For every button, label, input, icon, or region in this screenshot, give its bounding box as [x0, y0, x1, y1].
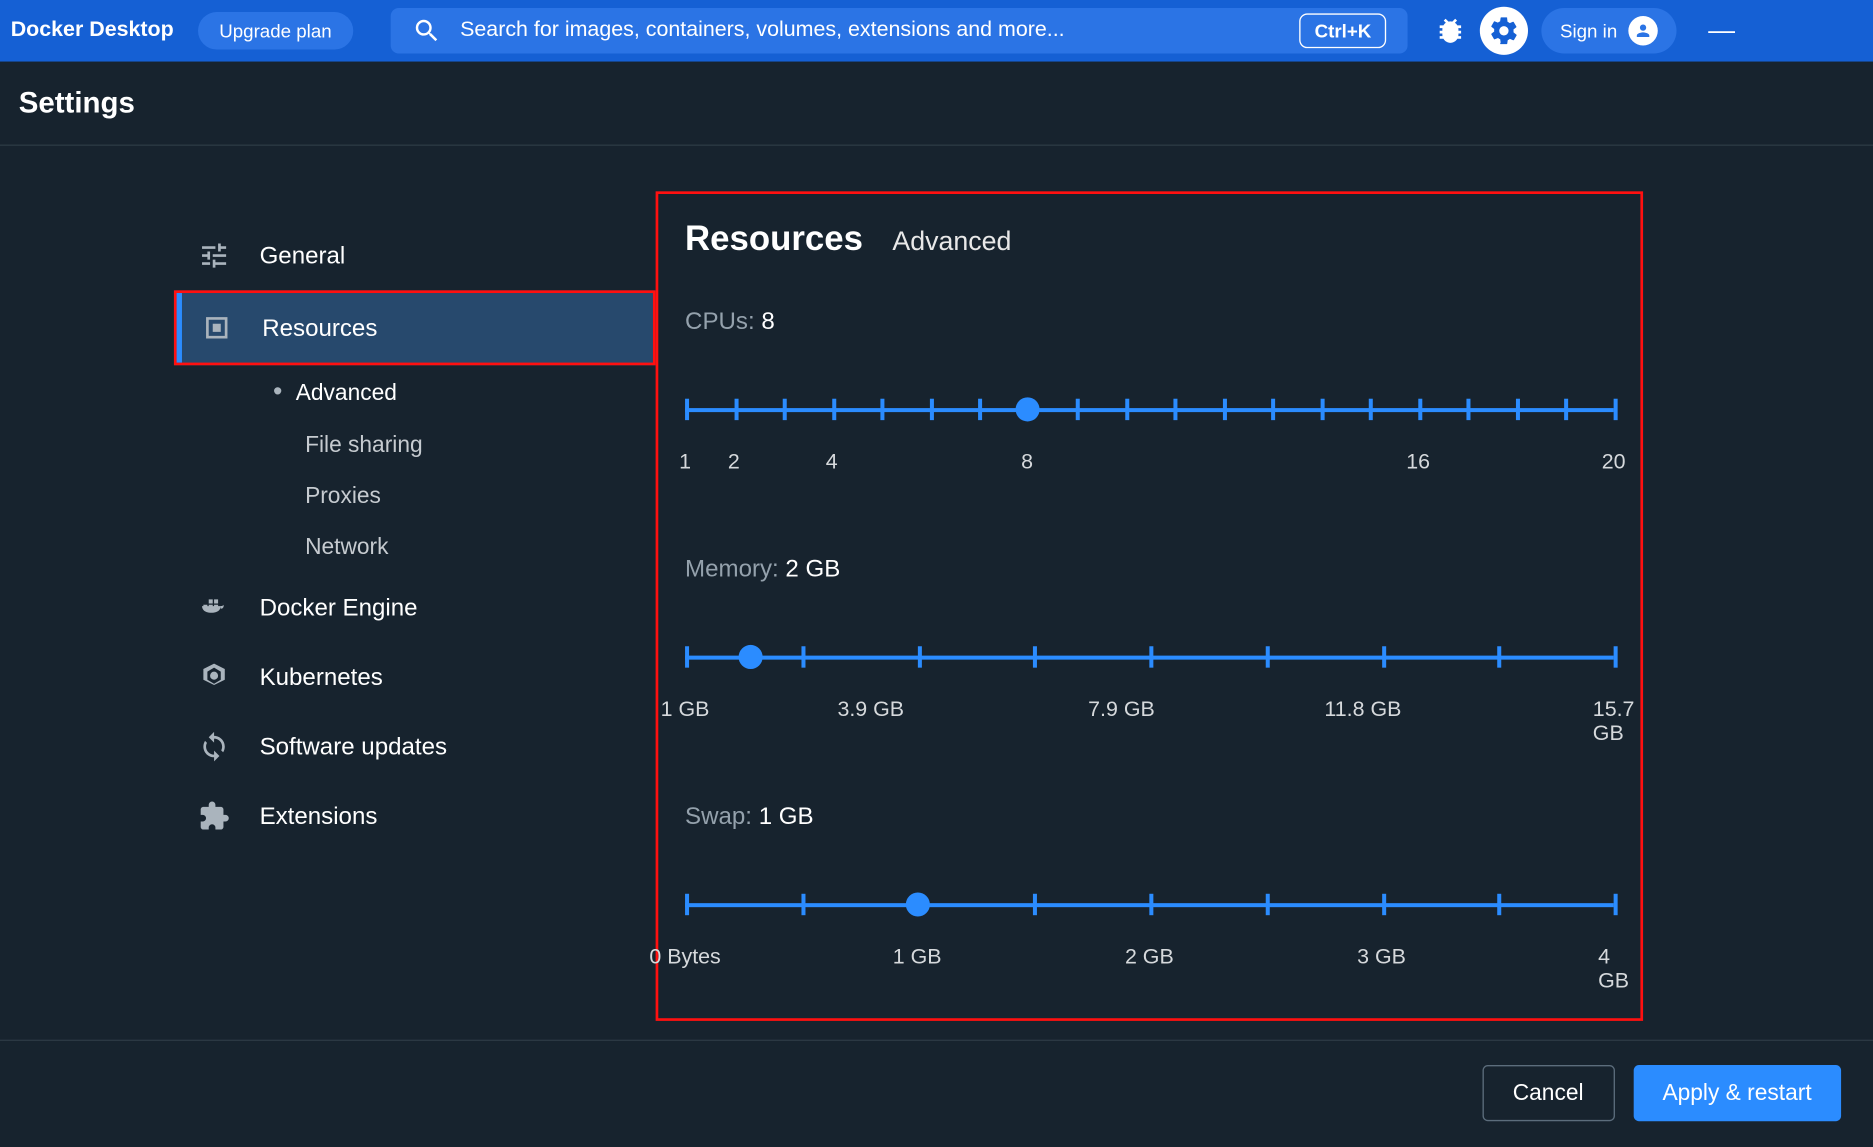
memory-label: Memory: 2 GB [685, 555, 1614, 583]
sidebar-item-docker-engine[interactable]: Docker Engine [174, 573, 656, 643]
page-title: Settings [0, 62, 1873, 146]
upgrade-plan-button[interactable]: Upgrade plan [198, 12, 353, 49]
avatar-icon [1628, 16, 1657, 45]
layers-icon [201, 312, 233, 344]
sidebar-item-resources[interactable]: Resources [174, 290, 656, 365]
sidebar-item-kubernetes[interactable]: Kubernetes [174, 642, 656, 712]
topbar: Docker Desktop Upgrade plan Search for i… [0, 0, 1873, 62]
resources-advanced-panel: Resources Advanced CPUs: 8 12481620 Memo… [656, 191, 1643, 1021]
memory-setting: Memory: 2 GB 1 GB3.9 GB7.9 GB11.8 GB15.7… [685, 555, 1614, 728]
sidebar-item-label: Extensions [260, 802, 378, 830]
sidebar-item-label: Resources [262, 314, 377, 342]
kubernetes-icon [198, 661, 230, 693]
sign-in-label: Sign in [1560, 20, 1617, 41]
sidebar-item-label: Software updates [260, 733, 447, 761]
swap-slider[interactable] [685, 887, 1614, 924]
bug-icon[interactable] [1434, 15, 1466, 47]
sidebar-item-software-updates[interactable]: Software updates [174, 712, 656, 782]
docker-icon [198, 591, 230, 623]
settings-sidebar: General Resources Advanced File sharing … [0, 146, 656, 1147]
toolbar-icons: Sign in — [1434, 7, 1754, 55]
search-icon [412, 16, 441, 45]
puzzle-icon [198, 800, 230, 832]
footer: Cancel Apply & restart [0, 1040, 1873, 1146]
cpus-label: CPUs: 8 [685, 308, 1614, 336]
panel-subtitle: Advanced [892, 227, 1011, 258]
memory-slider-labels: 1 GB3.9 GB7.9 GB11.8 GB15.7 GB [685, 698, 1614, 727]
search-shortcut-badge: Ctrl+K [1300, 13, 1386, 48]
swap-slider-labels: 0 Bytes1 GB2 GB3 GB4 GB [685, 946, 1614, 975]
cpus-slider-labels: 12481620 [685, 451, 1614, 480]
swap-setting: Swap: 1 GB 0 Bytes1 GB2 GB3 GB4 GB [685, 803, 1614, 976]
sign-in-button[interactable]: Sign in [1541, 8, 1676, 53]
sidebar-item-label: Docker Engine [260, 593, 418, 621]
cpus-setting: CPUs: 8 12481620 [685, 308, 1614, 481]
settings-gear-button[interactable] [1480, 7, 1528, 55]
sidebar-subitem-file-sharing[interactable]: File sharing [174, 420, 656, 471]
memory-slider[interactable] [685, 640, 1614, 677]
sidebar-item-extensions[interactable]: Extensions [174, 781, 656, 851]
cpus-slider[interactable] [685, 392, 1614, 429]
update-icon [198, 731, 230, 763]
swap-label: Swap: 1 GB [685, 803, 1614, 831]
gear-icon [1488, 15, 1520, 47]
search-placeholder: Search for images, containers, volumes, … [460, 19, 1268, 43]
sidebar-item-general[interactable]: General [174, 221, 656, 291]
sidebar-item-label: General [260, 242, 346, 270]
sidebar-subitem-advanced[interactable]: Advanced [174, 365, 656, 420]
minimize-button[interactable]: — [1689, 15, 1753, 46]
sidebar-subitem-network[interactable]: Network [174, 522, 656, 573]
panel-title: Resources [685, 218, 863, 259]
apply-restart-button[interactable]: Apply & restart [1633, 1065, 1841, 1121]
sidebar-subitem-proxies[interactable]: Proxies [174, 471, 656, 522]
search-input[interactable]: Search for images, containers, volumes, … [391, 8, 1408, 53]
app-title: Docker Desktop [0, 19, 184, 43]
tune-icon [198, 240, 230, 272]
sidebar-item-label: Kubernetes [260, 663, 383, 691]
cancel-button[interactable]: Cancel [1482, 1065, 1614, 1121]
